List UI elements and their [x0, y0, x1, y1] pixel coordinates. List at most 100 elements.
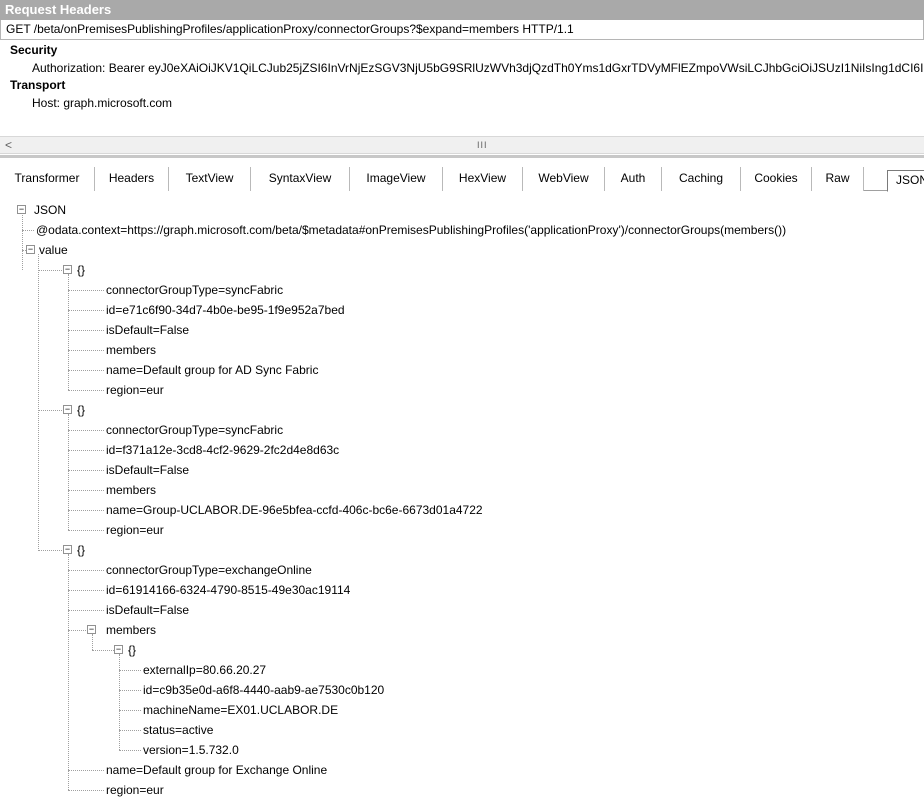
tree-node-property[interactable]: members	[104, 340, 156, 360]
tree-node-property[interactable]: region=eur	[104, 380, 164, 400]
tree-node-object[interactable]: {}	[75, 540, 85, 560]
tab-textview[interactable]: TextView	[169, 167, 251, 191]
scroll-left-arrow-icon[interactable]: <	[0, 137, 17, 153]
node-label: {}	[128, 643, 137, 657]
node-label: {}	[77, 403, 86, 417]
scroll-grip-icon[interactable]: III	[477, 137, 488, 153]
node-label: members	[106, 623, 157, 637]
node-label: externalIp=80.66.20.27	[143, 663, 267, 677]
node-label: name=Default group for Exchange Online	[106, 763, 328, 777]
tree-line	[68, 450, 104, 451]
tree-node-odata-context[interactable]: @odata.context=https://graph.microsoft.c…	[34, 220, 786, 240]
tree-node-property[interactable]: name=Group-UCLABOR.DE-96e5bfea-ccfd-406c…	[104, 500, 483, 520]
tree-node-members[interactable]: members	[104, 620, 156, 640]
tree-node-property[interactable]: connectorGroupType=syncFabric	[104, 280, 283, 300]
tree-node-property[interactable]: isDefault=False	[104, 600, 189, 620]
tab-transformer[interactable]: Transformer	[0, 167, 95, 191]
tree-line	[68, 770, 104, 771]
tab-auth[interactable]: Auth	[605, 167, 662, 191]
node-label: region=eur	[106, 383, 164, 397]
tree-line	[68, 370, 104, 371]
tree-line	[22, 209, 23, 270]
tree-node-property[interactable]: id=e71c6f90-34d7-4b0e-be95-1f9e952a7bed	[104, 300, 345, 320]
tab-json[interactable]: JSON	[887, 170, 924, 192]
tab-raw[interactable]: Raw	[812, 167, 864, 191]
node-label: isDefault=False	[106, 603, 190, 617]
tree-node-property[interactable]: machineName=EX01.UCLABOR.DE	[141, 700, 338, 720]
tree-line	[68, 310, 104, 311]
tree-line	[68, 330, 104, 331]
tree-node-object[interactable]: {}	[75, 400, 85, 420]
tree-node-property[interactable]: connectorGroupType=syncFabric	[104, 420, 283, 440]
transport-section-title[interactable]: Transport	[0, 77, 924, 94]
node-label: members	[106, 343, 157, 357]
horizontal-scrollbar[interactable]: < III	[0, 136, 924, 154]
tab-cookies[interactable]: Cookies	[741, 167, 812, 191]
tree-node-property[interactable]: isDefault=False	[104, 320, 189, 340]
tree-node-property[interactable]: region=eur	[104, 520, 164, 540]
tree-line	[38, 270, 64, 271]
host-header[interactable]: Host: graph.microsoft.com	[0, 94, 924, 112]
tree-line	[68, 790, 104, 791]
tab-syntaxview[interactable]: SyntaxView	[251, 167, 350, 191]
tab-webview[interactable]: WebView	[523, 167, 605, 191]
collapse-icon[interactable]: −	[17, 205, 26, 214]
tree-node-property[interactable]: id=f371a12e-3cd8-4cf2-9629-2fc2d4e8d63c	[104, 440, 339, 460]
tree-node-property[interactable]: members	[104, 480, 156, 500]
tree-line	[38, 550, 64, 551]
tree-line	[68, 390, 104, 391]
pane-splitter[interactable]	[0, 155, 924, 165]
node-label: connectorGroupType=syncFabric	[106, 283, 284, 297]
tree-line	[68, 414, 69, 530]
tree-line	[68, 570, 104, 571]
node-label: id=e71c6f90-34d7-4b0e-be95-1f9e952a7bed	[106, 303, 345, 317]
collapse-icon[interactable]: −	[63, 405, 72, 414]
node-label: value	[39, 243, 68, 257]
tree-line	[68, 530, 104, 531]
tree-line	[68, 350, 104, 351]
tree-line	[68, 510, 104, 511]
tree-node-property[interactable]: externalIp=80.66.20.27	[141, 660, 266, 680]
tree-node-property[interactable]: isDefault=False	[104, 460, 189, 480]
node-label: name=Default group for AD Sync Fabric	[106, 363, 319, 377]
tree-node-object[interactable]: {}	[75, 260, 85, 280]
tree-node-property[interactable]: name=Default group for AD Sync Fabric	[104, 360, 318, 380]
tab-headers[interactable]: Headers	[95, 167, 169, 191]
tree-node-property[interactable]: status=active	[141, 720, 213, 740]
tree-line	[68, 290, 104, 291]
tab-imageview[interactable]: ImageView	[350, 167, 443, 191]
collapse-icon[interactable]: −	[114, 645, 123, 654]
tree-line	[68, 470, 104, 471]
tree-node-property[interactable]: region=eur	[104, 780, 164, 800]
tree-line	[92, 634, 93, 650]
tree-node-object[interactable]: {}	[126, 640, 136, 660]
node-label: isDefault=False	[106, 463, 190, 477]
authorization-header[interactable]: Authorization: Bearer eyJ0eXAiOiJKV1QiLC…	[0, 59, 924, 77]
node-label: version=1.5.732.0	[143, 743, 239, 757]
security-section-title[interactable]: Security	[0, 42, 924, 59]
collapse-icon[interactable]: −	[63, 545, 72, 554]
tree-node-property[interactable]: id=c9b35e0d-a6f8-4440-aab9-ae7530c0b120	[141, 680, 384, 700]
collapse-icon[interactable]: −	[87, 625, 96, 634]
tree-node-property[interactable]: id=61914166-6324-4790-8515-49e30ac19114	[104, 580, 350, 600]
tree-line	[68, 430, 104, 431]
tree-node-property[interactable]: version=1.5.732.0	[141, 740, 239, 760]
collapse-icon[interactable]: −	[26, 245, 35, 254]
json-tree-view: − JSON @odata.context=https://graph.micr…	[0, 192, 924, 802]
node-label: region=eur	[106, 523, 164, 537]
tree-node-property[interactable]: connectorGroupType=exchangeOnline	[104, 560, 312, 580]
node-label: id=61914166-6324-4790-8515-49e30ac19114	[106, 583, 351, 597]
tree-line	[119, 670, 141, 671]
tree-line	[38, 254, 39, 549]
tree-line	[119, 654, 120, 750]
tree-node-property[interactable]: name=Default group for Exchange Online	[104, 760, 327, 780]
tree-line	[119, 750, 141, 751]
tree-node-json-root[interactable]: JSON	[32, 200, 66, 220]
tab-caching[interactable]: Caching	[662, 167, 741, 191]
tree-line	[68, 590, 104, 591]
tree-node-value[interactable]: value	[37, 240, 68, 260]
request-line[interactable]: GET /beta/onPremisesPublishingProfiles/a…	[0, 20, 924, 40]
tab-hexview[interactable]: HexView	[443, 167, 523, 191]
collapse-icon[interactable]: −	[63, 265, 72, 274]
tree-line	[68, 610, 104, 611]
